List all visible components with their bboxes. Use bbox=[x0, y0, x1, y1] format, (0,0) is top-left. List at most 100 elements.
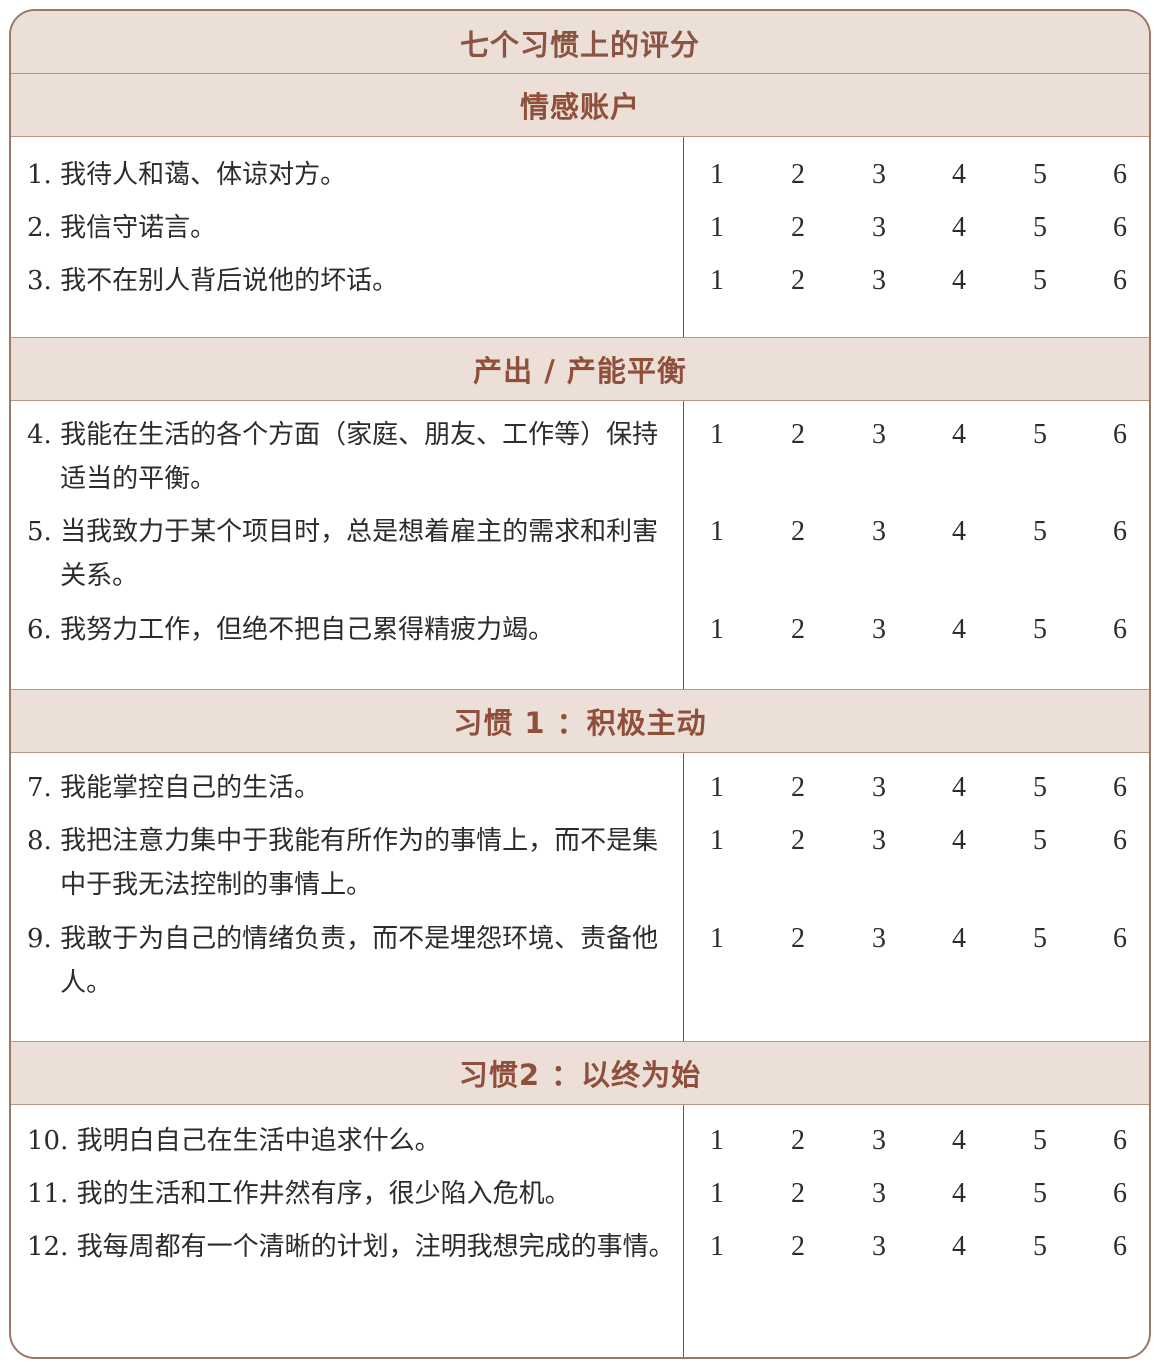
item-text: 我的生活和工作井然有序，很少陷入危机。 bbox=[76, 1179, 571, 1209]
rating-option-6[interactable]: 6 bbox=[1105, 1119, 1135, 1163]
rating-scale[interactable]: 1 2 3 4 5 6 bbox=[683, 766, 1149, 810]
section-emotional-account: 1. 我待人和蔼、体谅对方。 1 2 3 4 5 6 2. 我信守诺言。 1 2… bbox=[11, 137, 1149, 337]
rating-option-2[interactable]: 2 bbox=[783, 153, 813, 197]
rating-option-3[interactable]: 3 bbox=[864, 510, 894, 554]
rating-option-3[interactable]: 3 bbox=[864, 766, 894, 810]
rating-option-1[interactable]: 1 bbox=[702, 206, 732, 250]
rating-option-6[interactable]: 6 bbox=[1105, 259, 1135, 303]
rating-option-3[interactable]: 3 bbox=[864, 259, 894, 303]
rating-option-5[interactable]: 5 bbox=[1025, 153, 1055, 197]
item-number: 11. bbox=[27, 1179, 77, 1209]
rating-option-5[interactable]: 5 bbox=[1025, 1119, 1055, 1163]
rating-option-2[interactable]: 2 bbox=[783, 1172, 813, 1216]
rating-scale[interactable]: 1 2 3 4 5 6 bbox=[683, 259, 1149, 303]
rating-option-4[interactable]: 4 bbox=[944, 917, 974, 961]
rating-option-3[interactable]: 3 bbox=[864, 1119, 894, 1163]
rating-option-1[interactable]: 1 bbox=[702, 259, 732, 303]
rating-option-4[interactable]: 4 bbox=[944, 510, 974, 554]
rating-option-1[interactable]: 1 bbox=[702, 1225, 732, 1269]
rating-option-3[interactable]: 3 bbox=[864, 1225, 894, 1269]
rating-option-6[interactable]: 6 bbox=[1105, 819, 1135, 863]
rating-option-6[interactable]: 6 bbox=[1105, 1225, 1135, 1269]
rating-option-5[interactable]: 5 bbox=[1025, 766, 1055, 810]
rating-option-5[interactable]: 5 bbox=[1025, 413, 1055, 457]
rating-option-4[interactable]: 4 bbox=[944, 1225, 974, 1269]
rating-option-2[interactable]: 2 bbox=[783, 206, 813, 250]
rating-option-5[interactable]: 5 bbox=[1025, 1225, 1055, 1269]
rating-option-1[interactable]: 1 bbox=[702, 1119, 732, 1163]
list-item: 3. 我不在别人背后说他的坏话。 bbox=[27, 259, 677, 303]
rating-option-4[interactable]: 4 bbox=[944, 206, 974, 250]
rating-scale[interactable]: 1 2 3 4 5 6 bbox=[683, 510, 1149, 554]
rating-option-1[interactable]: 1 bbox=[702, 413, 732, 457]
rating-option-2[interactable]: 2 bbox=[783, 819, 813, 863]
rating-option-4[interactable]: 4 bbox=[944, 819, 974, 863]
rating-option-5[interactable]: 5 bbox=[1025, 608, 1055, 652]
rating-scale[interactable]: 1 2 3 4 5 6 bbox=[683, 413, 1149, 457]
rating-option-4[interactable]: 4 bbox=[944, 413, 974, 457]
rating-scale[interactable]: 1 2 3 4 5 6 bbox=[683, 1119, 1149, 1163]
rating-scale[interactable]: 1 2 3 4 5 6 bbox=[683, 917, 1149, 961]
rating-option-1[interactable]: 1 bbox=[702, 153, 732, 197]
section-habit-1: 7. 我能掌控自己的生活。 1 2 3 4 5 6 8. 我把注意力集中于我能有… bbox=[11, 753, 1149, 1041]
rating-option-4[interactable]: 4 bbox=[944, 153, 974, 197]
rating-option-4[interactable]: 4 bbox=[944, 766, 974, 810]
rating-option-6[interactable]: 6 bbox=[1105, 510, 1135, 554]
rating-scale[interactable]: 1 2 3 4 5 6 bbox=[683, 1225, 1149, 1269]
rating-option-1[interactable]: 1 bbox=[702, 917, 732, 961]
rating-option-6[interactable]: 6 bbox=[1105, 153, 1135, 197]
rating-option-3[interactable]: 3 bbox=[864, 608, 894, 652]
rating-option-3[interactable]: 3 bbox=[864, 1172, 894, 1216]
card-title: 七个习惯上的评分 bbox=[11, 11, 1149, 75]
list-item: 6. 我努力工作，但绝不把自己累得精疲力竭。 bbox=[27, 608, 677, 652]
rating-option-6[interactable]: 6 bbox=[1105, 917, 1135, 961]
rating-option-5[interactable]: 5 bbox=[1025, 510, 1055, 554]
rating-option-3[interactable]: 3 bbox=[864, 819, 894, 863]
rating-option-6[interactable]: 6 bbox=[1105, 766, 1135, 810]
rating-option-5[interactable]: 5 bbox=[1025, 206, 1055, 250]
rating-option-2[interactable]: 2 bbox=[783, 1119, 813, 1163]
rating-scale[interactable]: 1 2 3 4 5 6 bbox=[683, 1172, 1149, 1216]
item-text: 我把注意力集中于我能有所作为的事情上，而不是集中于我无法控制的事情上。 bbox=[60, 826, 659, 900]
rating-scale[interactable]: 1 2 3 4 5 6 bbox=[683, 153, 1149, 197]
rating-option-2[interactable]: 2 bbox=[783, 917, 813, 961]
rating-option-1[interactable]: 1 bbox=[702, 1172, 732, 1216]
rating-option-4[interactable]: 4 bbox=[944, 1172, 974, 1216]
rating-scale[interactable]: 1 2 3 4 5 6 bbox=[683, 819, 1149, 863]
rating-option-3[interactable]: 3 bbox=[864, 917, 894, 961]
rating-option-4[interactable]: 4 bbox=[944, 1119, 974, 1163]
rating-option-2[interactable]: 2 bbox=[783, 259, 813, 303]
rating-option-4[interactable]: 4 bbox=[944, 259, 974, 303]
rating-scale[interactable]: 1 2 3 4 5 6 bbox=[683, 608, 1149, 652]
item-number: 12. bbox=[27, 1232, 77, 1262]
rating-option-5[interactable]: 5 bbox=[1025, 819, 1055, 863]
list-item: 7. 我能掌控自己的生活。 bbox=[27, 766, 677, 810]
rating-option-6[interactable]: 6 bbox=[1105, 1172, 1135, 1216]
rating-option-5[interactable]: 5 bbox=[1025, 1172, 1055, 1216]
list-item: 1. 我待人和蔼、体谅对方。 bbox=[27, 153, 677, 197]
section-heading-pc-balance: 产出 / 产能平衡 bbox=[11, 337, 1149, 401]
rating-option-3[interactable]: 3 bbox=[864, 413, 894, 457]
rating-option-4[interactable]: 4 bbox=[944, 608, 974, 652]
rating-option-5[interactable]: 5 bbox=[1025, 917, 1055, 961]
rating-option-1[interactable]: 1 bbox=[702, 510, 732, 554]
rating-option-2[interactable]: 2 bbox=[783, 1225, 813, 1269]
rating-option-3[interactable]: 3 bbox=[864, 206, 894, 250]
rating-option-5[interactable]: 5 bbox=[1025, 259, 1055, 303]
item-number: 1. bbox=[27, 160, 61, 190]
rating-option-1[interactable]: 1 bbox=[702, 608, 732, 652]
list-item: 5. 当我致力于某个项目时，总是想着雇主的需求和利害关系。 bbox=[27, 510, 677, 598]
rating-option-2[interactable]: 2 bbox=[783, 766, 813, 810]
rating-option-2[interactable]: 2 bbox=[783, 413, 813, 457]
item-number: 5. bbox=[27, 517, 61, 547]
rating-option-2[interactable]: 2 bbox=[783, 608, 813, 652]
rating-option-6[interactable]: 6 bbox=[1105, 206, 1135, 250]
item-number: 3. bbox=[27, 266, 61, 296]
rating-option-1[interactable]: 1 bbox=[702, 819, 732, 863]
rating-scale[interactable]: 1 2 3 4 5 6 bbox=[683, 206, 1149, 250]
rating-option-2[interactable]: 2 bbox=[783, 510, 813, 554]
rating-option-3[interactable]: 3 bbox=[864, 153, 894, 197]
rating-option-1[interactable]: 1 bbox=[702, 766, 732, 810]
rating-option-6[interactable]: 6 bbox=[1105, 413, 1135, 457]
rating-option-6[interactable]: 6 bbox=[1105, 608, 1135, 652]
